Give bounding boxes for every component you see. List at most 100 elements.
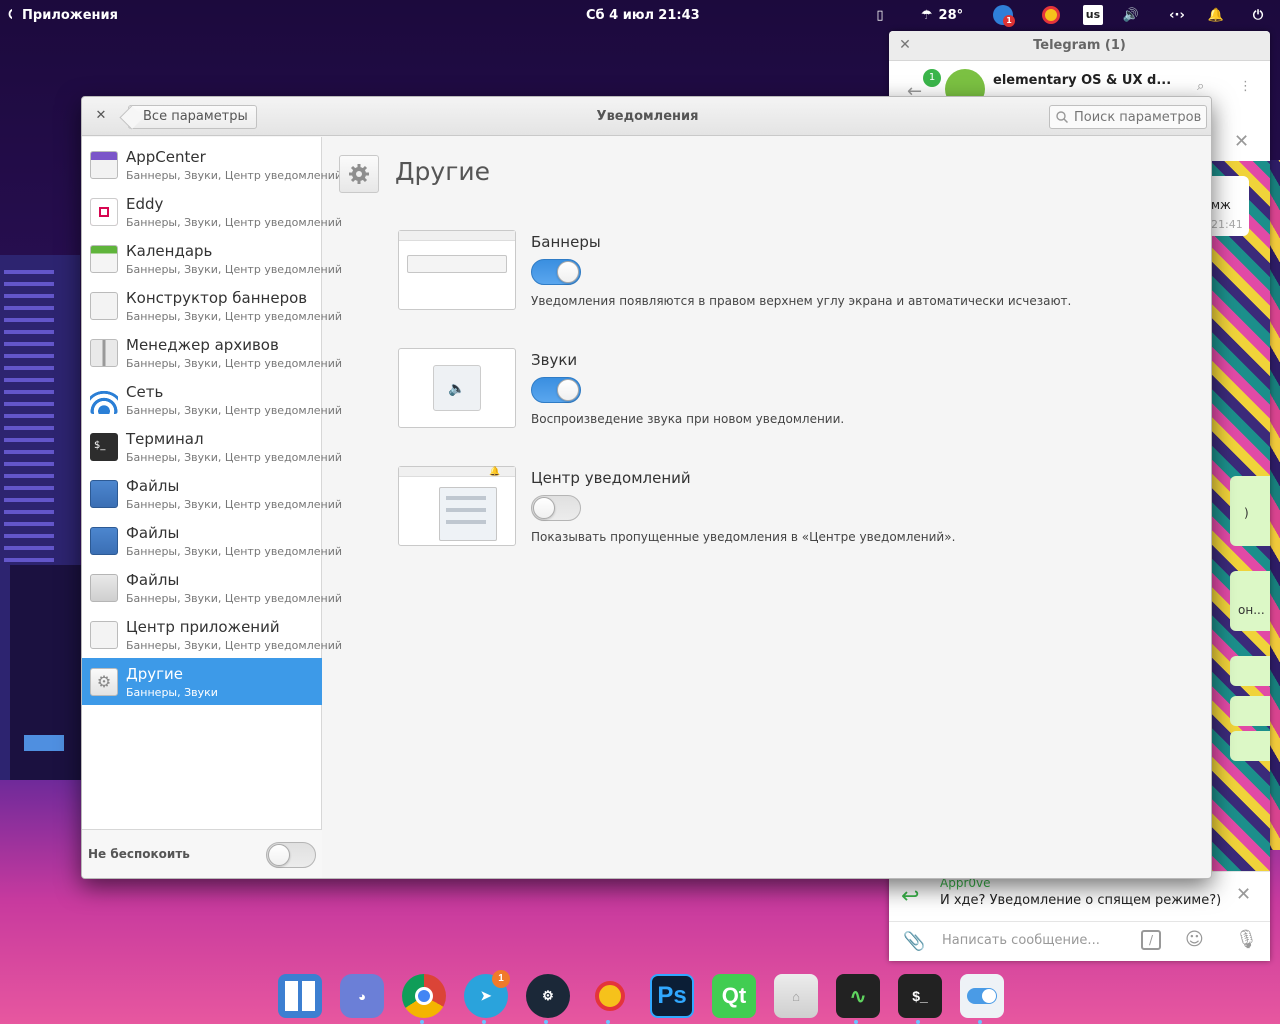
sidebar-item-name: Менеджер архивов <box>126 336 279 354</box>
discord-icon[interactable]: ◕ <box>340 974 384 1018</box>
sidebar-item-subtitle: Баннеры, Звуки, Центр уведомлений <box>126 639 342 652</box>
message-input[interactable]: Написать сообщение... <box>942 933 1100 948</box>
sidebar-item-8[interactable]: Файлы Баннеры, Звуки, Центр уведомлений <box>82 470 342 517</box>
clock[interactable]: 21:43 <box>656 0 702 30</box>
sidebar-item-name: Центр приложений <box>126 618 280 636</box>
sidebar-item-10[interactable]: Файлы Баннеры, Звуки, Центр уведомлений <box>82 564 342 611</box>
keyboard-layout[interactable]: us <box>1083 0 1103 30</box>
sidebar-item-5[interactable]: Менеджер архивов Баннеры, Звуки, Центр ув… <box>82 329 342 376</box>
running-indicator <box>482 1020 486 1024</box>
sounds-switch[interactable] <box>531 377 581 403</box>
banners-switch[interactable] <box>531 259 581 285</box>
commands-icon[interactable]: / <box>1141 930 1161 950</box>
system-monitor-icon[interactable]: ∿ <box>836 974 880 1018</box>
sidebar-item-subtitle: Баннеры, Звуки, Центр уведомлений <box>126 169 342 182</box>
sidebar-item-3[interactable]: Календарь Баннеры, Звуки, Центр уведомлен… <box>82 235 342 282</box>
sidebar-item-name: Другие <box>126 665 183 683</box>
files-icon[interactable]: ⌂ <box>774 974 818 1018</box>
wifi-icon <box>90 386 118 414</box>
sidebar-item-name: AppCenter <box>126 148 206 166</box>
tray-badge: 1 <box>1003 15 1015 27</box>
sidebar-item-6[interactable]: Сеть Баннеры, Звуки, Центр уведомлений <box>82 376 342 423</box>
back-button[interactable]: Все параметры <box>128 105 257 129</box>
chat-name[interactable]: elementary OS & UX d... <box>993 73 1171 88</box>
message-bubble <box>1230 731 1270 761</box>
running-indicator <box>606 1020 610 1024</box>
sidebar-item-7[interactable]: $_ Терминал Баннеры, Звуки, Центр уведомле… <box>82 423 342 470</box>
sidebar-item-2[interactable]: Eddy Баннеры, Звуки, Центр уведомлений <box>82 188 342 235</box>
sidebar-item-subtitle: Баннеры, Звуки, Центр уведомлений <box>126 451 342 464</box>
close-panel-icon[interactable]: ✕ <box>1234 131 1249 152</box>
telegram-titlebar: Telegram (1) <box>889 31 1270 61</box>
sidebar-item-11[interactable]: Центр приложений Баннеры, Звуки, Центр ув… <box>82 611 342 658</box>
attach-icon[interactable]: 📎 <box>903 931 925 952</box>
category-title: Другие <box>395 157 490 186</box>
sounds-preview: 🔈 <box>398 348 516 428</box>
volume-icon[interactable]: 🔊 <box>1120 0 1142 30</box>
terminal-icon[interactable]: $_ <box>898 974 942 1018</box>
option-sounds-desc: Воспроизведение звука при новом уведомле… <box>531 412 845 426</box>
telegram-badge: 1 <box>492 970 510 988</box>
emoji-icon[interactable]: ☺ <box>1185 929 1204 950</box>
notification-center-preview: 🔔 <box>398 466 516 546</box>
sidebar-item-12[interactable]: ⚙ Другие Баннеры, Звуки <box>82 658 322 705</box>
option-notification-center-desc: Показывать пропущенные уведомления в «Це… <box>531 530 956 544</box>
sidebar-item-name: Eddy <box>126 195 164 213</box>
running-indicator <box>420 1020 424 1024</box>
notification-center-switch[interactable] <box>531 495 581 521</box>
search-input[interactable] <box>1074 109 1204 125</box>
sidebar-item-name: Терминал <box>126 430 204 448</box>
sidebar-item-subtitle: Баннеры, Звуки, Центр уведомлений <box>126 216 342 229</box>
weather-indicator[interactable]: ☂ 28° <box>914 0 970 30</box>
more-menu-icon[interactable]: ⋮ <box>1239 79 1252 94</box>
sidebar-item-name: Сеть <box>126 383 164 401</box>
qt-creator-icon[interactable]: Qt <box>712 974 756 1018</box>
option-banners-desc: Уведомления появляются в правом верхнем … <box>531 294 1072 308</box>
chrome-icon[interactable] <box>402 974 446 1018</box>
settings-icon[interactable] <box>960 974 1004 1018</box>
multitasking-icon[interactable] <box>278 974 322 1018</box>
firefox-tray-icon[interactable]: 1 <box>992 0 1015 30</box>
power-icon[interactable]: ⏻ <box>1247 0 1269 30</box>
terminal-icon: $_ <box>90 433 118 461</box>
sidebar-item-name: Файлы <box>126 524 180 542</box>
sidebar-item-1[interactable]: AppCenter Баннеры, Звуки, Центр уведомлен… <box>82 141 342 188</box>
telegram-icon[interactable]: ➤ 1 <box>464 970 510 1018</box>
sidebar-item-name: Файлы <box>126 477 180 495</box>
microphone-icon[interactable]: 🎙 <box>1235 929 1258 950</box>
photoshop-icon[interactable]: Ps <box>650 974 694 1018</box>
applications-menu[interactable]: Приложения <box>8 0 118 30</box>
option-sounds-title: Звуки <box>531 351 578 369</box>
unread-badge: 1 <box>923 69 941 87</box>
close-icon[interactable]: ✕ <box>92 107 110 125</box>
running-indicator <box>544 1020 548 1024</box>
bell-icon: 🔔 <box>489 467 501 477</box>
sidebar-item-4[interactable]: Конструктор баннеров Баннеры, Звуки, Цент… <box>82 282 342 329</box>
banners-preview <box>398 230 516 310</box>
sidebar-item-subtitle: Баннеры, Звуки, Центр уведомлений <box>126 310 342 323</box>
close-icon[interactable]: ✕ <box>1236 884 1251 905</box>
yandex-music-icon[interactable] <box>588 974 632 1018</box>
running-indicator <box>916 1020 920 1024</box>
search-icon <box>1056 111 1068 123</box>
phone-icon[interactable]: ▯ <box>869 0 891 30</box>
date[interactable]: Сб 4 июл <box>580 0 660 30</box>
notif-text: И хде? Уведомление о спящем режиме?) <box>940 893 1222 908</box>
running-indicator <box>978 1020 982 1024</box>
sidebar-item-name: Календарь <box>126 242 213 260</box>
notifications-bell-icon[interactable]: 🔔 <box>1205 0 1227 30</box>
applications-label: Приложения <box>22 7 118 23</box>
steam-icon[interactable]: ⚙ <box>526 974 570 1018</box>
search-icon[interactable]: ⌕ <box>1197 79 1204 94</box>
appcenter-icon <box>90 151 118 179</box>
sidebar-item-9[interactable]: Файлы Баннеры, Звуки, Центр уведомлений <box>82 517 342 564</box>
search-icon <box>8 8 13 20</box>
search-field[interactable] <box>1049 105 1207 129</box>
music-tray-icon[interactable] <box>1040 0 1062 30</box>
network-icon[interactable]: ‹·› <box>1164 0 1190 30</box>
telegram-close-icon[interactable]: ✕ <box>897 37 913 53</box>
sidebar-item-name: Файлы <box>126 571 180 589</box>
sidebar-item-subtitle: Баннеры, Звуки, Центр уведомлений <box>126 545 342 558</box>
do-not-disturb-switch[interactable] <box>266 842 316 868</box>
running-indicator <box>854 1020 858 1024</box>
